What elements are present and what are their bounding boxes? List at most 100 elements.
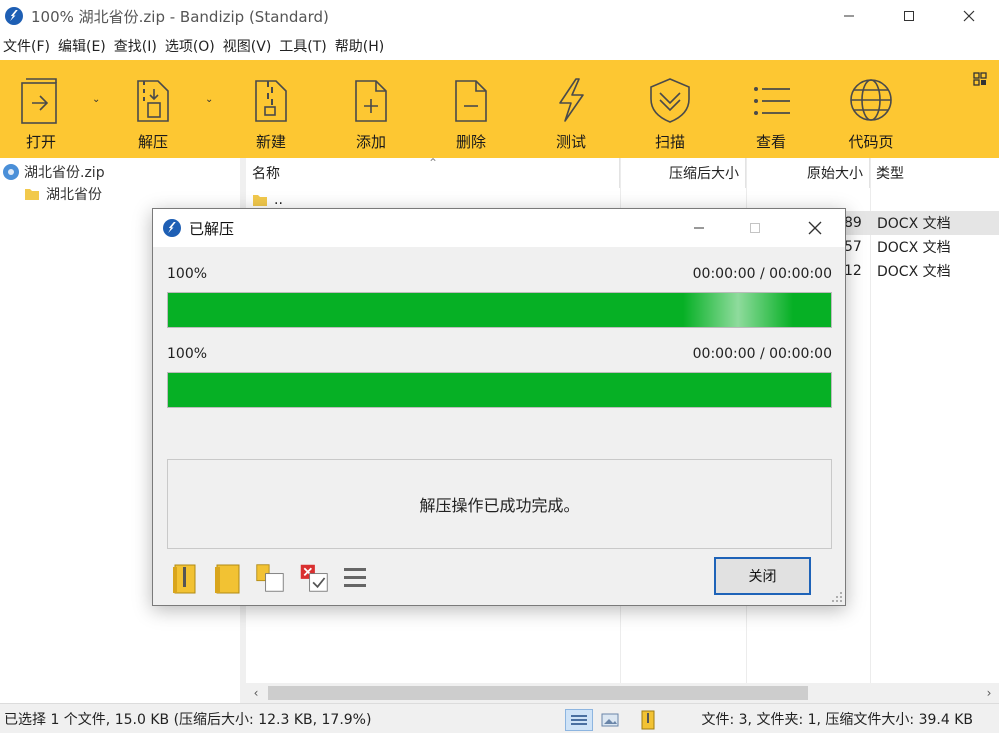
- archive-info-button[interactable]: [634, 709, 662, 731]
- status-summary: 文件: 3, 文件夹: 1, 压缩文件大小: 39.4 KB: [701, 711, 973, 728]
- dialog-title-bar: 已解压: [153, 209, 845, 247]
- extract-dropdown-icon[interactable]: ⌄: [205, 94, 213, 105]
- menu-edit[interactable]: 编辑(E): [55, 36, 109, 56]
- details-view-button[interactable]: [565, 709, 593, 731]
- column-header-compressed[interactable]: 压缩后大小: [620, 158, 746, 188]
- menu-view[interactable]: 视图(V): [220, 36, 275, 56]
- minimize-icon[interactable]: [819, 0, 879, 32]
- menu-help[interactable]: 帮助(H): [332, 36, 387, 56]
- progress-time: 00:00:00 / 00:00:00: [692, 266, 832, 282]
- add-button[interactable]: 添加: [348, 60, 394, 158]
- new-archive-label: 新建: [255, 133, 286, 151]
- progress-percent: 100%: [167, 266, 208, 282]
- dialog-minimize-icon[interactable]: [673, 209, 725, 247]
- codepage-label: 代码页: [848, 133, 894, 151]
- completion-message-panel: 解压操作已成功完成。: [167, 459, 832, 549]
- delete-file-icon: [455, 80, 487, 122]
- original-size-cell: 89: [844, 215, 862, 231]
- delete-label: 删除: [455, 133, 486, 151]
- window-controls: [819, 0, 999, 32]
- open-button[interactable]: 打开: [18, 60, 64, 158]
- codepage-globe-icon: [850, 79, 892, 121]
- test-lightning-icon: [559, 78, 584, 122]
- new-archive-button[interactable]: 新建: [248, 60, 294, 158]
- progress-fill: [168, 373, 831, 407]
- completion-message: 解压操作已成功完成。: [419, 496, 580, 515]
- bandizip-logo-icon: [5, 7, 23, 25]
- menu-find[interactable]: 查找(I): [111, 36, 160, 56]
- progress-bar-current: [167, 292, 832, 328]
- scan-label: 扫描: [654, 133, 685, 151]
- horizontal-scrollbar[interactable]: ‹ ›: [246, 683, 999, 703]
- window-title: 100% 湖北省份.zip - Bandizip (Standard): [31, 7, 329, 26]
- title-bar: 100% 湖北省份.zip - Bandizip (Standard): [0, 0, 999, 32]
- extract-button[interactable]: 解压: [130, 60, 176, 158]
- tree-item-folder[interactable]: 湖北省份: [24, 183, 102, 205]
- view-label: 查看: [755, 133, 786, 151]
- scrollbar-thumb[interactable]: [268, 686, 808, 700]
- delete-button[interactable]: 删除: [448, 60, 494, 158]
- view-list-icon: [754, 87, 790, 115]
- open-dropdown-icon[interactable]: ⌄: [92, 94, 100, 105]
- menu-tools[interactable]: 工具(T): [276, 36, 329, 56]
- extract-complete-dialog: 已解压 100% 00:00:00 / 00:00:00 100% 00:00:…: [152, 208, 846, 606]
- column-header-original[interactable]: 原始大小: [746, 158, 870, 188]
- test-button[interactable]: 测试: [548, 60, 594, 158]
- scan-shield-icon: [650, 78, 690, 123]
- type-cell: DOCX 文档: [877, 216, 951, 232]
- toolbar: 打开 ⌄ 解压 ⌄ 新建 添加 删除 测试 扫描 查看 代码页: [0, 60, 999, 158]
- dialog-maximize-icon: [729, 209, 781, 247]
- open-label: 打开: [25, 133, 56, 151]
- open-extracted-folder-icon[interactable]: [171, 561, 201, 595]
- archive-book-icon: [641, 710, 655, 730]
- progress-time: 00:00:00 / 00:00:00: [692, 346, 832, 362]
- extract-label: 解压: [137, 133, 168, 151]
- open-archive-icon: [21, 78, 57, 124]
- copy-to-folder-icon[interactable]: [255, 561, 285, 595]
- resize-grip-icon[interactable]: [831, 591, 843, 603]
- dialog-title: 已解压: [189, 219, 235, 238]
- type-cell: DOCX 文档: [877, 264, 951, 280]
- add-label: 添加: [355, 133, 386, 151]
- progress-bar-total: [167, 372, 832, 408]
- scroll-left-icon[interactable]: ‹: [246, 683, 266, 703]
- close-icon[interactable]: [939, 0, 999, 32]
- menu-bar: 文件(F) 编辑(E) 查找(I) 选项(O) 视图(V) 工具(T) 帮助(H…: [0, 32, 999, 60]
- folder-icon: [253, 195, 267, 206]
- progress-shine: [683, 293, 793, 327]
- test-label: 测试: [555, 133, 586, 151]
- original-size-cell: 57: [844, 239, 862, 255]
- thumbnail-view-icon: [601, 713, 619, 727]
- column-header-type[interactable]: 类型: [870, 158, 999, 188]
- open-folder-icon[interactable]: [213, 561, 243, 595]
- tree-item-label: 湖北省份: [46, 187, 102, 203]
- add-file-icon: [355, 80, 387, 122]
- scan-button[interactable]: 扫描: [645, 60, 695, 158]
- menu-file[interactable]: 文件(F): [0, 36, 53, 56]
- extract-archive-icon: [137, 80, 169, 122]
- progress-percent: 100%: [167, 346, 208, 362]
- menu-options[interactable]: 选项(O): [162, 36, 218, 56]
- delete-archive-icon[interactable]: [299, 561, 329, 595]
- codepage-button[interactable]: 代码页: [846, 60, 896, 158]
- sort-ascending-icon: ⌃: [428, 156, 439, 170]
- status-bar: 已选择 1 个文件, 15.0 KB (压缩后大小: 12.3 KB, 17.9…: [0, 703, 999, 733]
- dialog-close-icon[interactable]: [789, 209, 841, 247]
- column-divider: [870, 158, 871, 683]
- close-button[interactable]: 关闭: [714, 557, 811, 595]
- tree-item-archive[interactable]: 湖北省份.zip: [2, 161, 105, 183]
- type-cell: DOCX 文档: [877, 240, 951, 256]
- thumbnail-view-button[interactable]: [596, 709, 624, 731]
- bandizip-logo-icon: [163, 219, 181, 237]
- details-view-icon: [571, 715, 587, 725]
- layout-grid-icon[interactable]: [973, 72, 987, 86]
- tree-item-label: 湖北省份.zip: [24, 165, 105, 181]
- menu-lines-icon[interactable]: [341, 561, 371, 595]
- scroll-right-icon[interactable]: ›: [979, 683, 999, 703]
- new-archive-icon: [255, 80, 287, 122]
- view-button[interactable]: 查看: [748, 60, 794, 158]
- original-size-cell: 12: [844, 263, 862, 279]
- maximize-icon[interactable]: [879, 0, 939, 32]
- status-selection: 已选择 1 个文件, 15.0 KB (压缩后大小: 12.3 KB, 17.9…: [4, 711, 372, 728]
- archive-disc-icon: [3, 164, 19, 180]
